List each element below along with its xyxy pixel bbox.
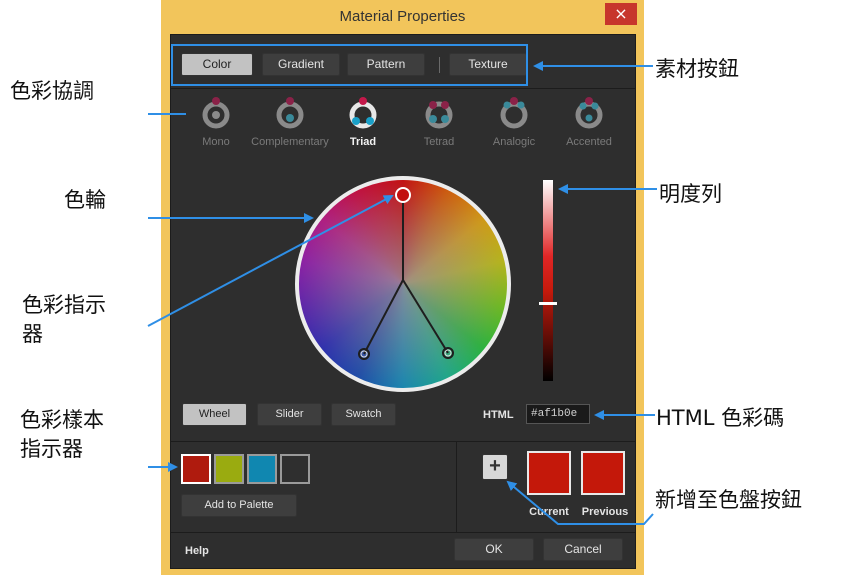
annotation-swatch-indicator-1: 色彩樣本 [20, 408, 104, 432]
mono-icon [202, 97, 230, 129]
accented-icon [575, 97, 603, 129]
annotation-material-buttons: 素材按鈕 [655, 57, 739, 81]
tab-highlight-box [171, 44, 528, 86]
mode-slider[interactable]: Slider [257, 403, 322, 426]
palette-swatch[interactable] [247, 454, 277, 484]
divider [171, 532, 635, 533]
color-wheel[interactable] [295, 176, 511, 392]
harmony-label: Accented [566, 136, 612, 148]
add-to-palette-button[interactable]: Add to Palette [181, 494, 297, 517]
window-title: Material Properties [339, 8, 466, 25]
previous-label: Previous [581, 506, 629, 518]
cancel-button[interactable]: Cancel [543, 538, 623, 561]
mode-wheel[interactable]: Wheel [182, 403, 247, 426]
harmony-accented[interactable]: Accented [549, 95, 629, 157]
annotation-add-to-palette: 新增至色盤按鈕 [655, 488, 802, 512]
mode-swatch[interactable]: Swatch [331, 403, 396, 426]
triad-icon [349, 97, 377, 129]
tetrad-icon [425, 101, 453, 129]
divider [171, 441, 635, 442]
brightness-bar[interactable] [543, 180, 553, 381]
palette-swatch[interactable] [214, 454, 244, 484]
annotation-color-harmony: 色彩協調 [10, 79, 94, 103]
add-color-button[interactable]: + [482, 454, 508, 480]
annotation-html-code: HTML 色彩碼 [656, 406, 785, 430]
brightness-slider-handle[interactable] [539, 302, 557, 305]
ok-button[interactable]: OK [454, 538, 534, 561]
annotation-color-indicator-2: 器 [22, 322, 43, 346]
divider [456, 442, 457, 532]
help-link[interactable]: Help [185, 545, 209, 557]
annotation-swatch-indicator-2: 指示器 [20, 437, 83, 461]
previous-color-swatch[interactable] [581, 451, 625, 495]
close-button[interactable]: × [605, 3, 637, 25]
complementary-icon [276, 97, 304, 129]
annotation-color-indicator-1: 色彩指示 [22, 293, 106, 317]
current-color-swatch [527, 451, 571, 495]
current-label: Current [529, 506, 569, 518]
color-wheel-saturation [299, 180, 507, 388]
annotation-color-wheel: 色輪 [64, 188, 106, 212]
annotation-brightness-bar: 明度列 [659, 182, 722, 206]
html-label: HTML [483, 409, 514, 421]
palette-swatch[interactable] [280, 454, 310, 484]
dialog-body: Color Gradient Pattern Texture Mono Comp… [170, 34, 636, 569]
palette-swatch[interactable] [181, 454, 211, 484]
analogic-icon [500, 97, 528, 129]
html-color-input[interactable] [526, 404, 590, 424]
divider [171, 88, 635, 89]
